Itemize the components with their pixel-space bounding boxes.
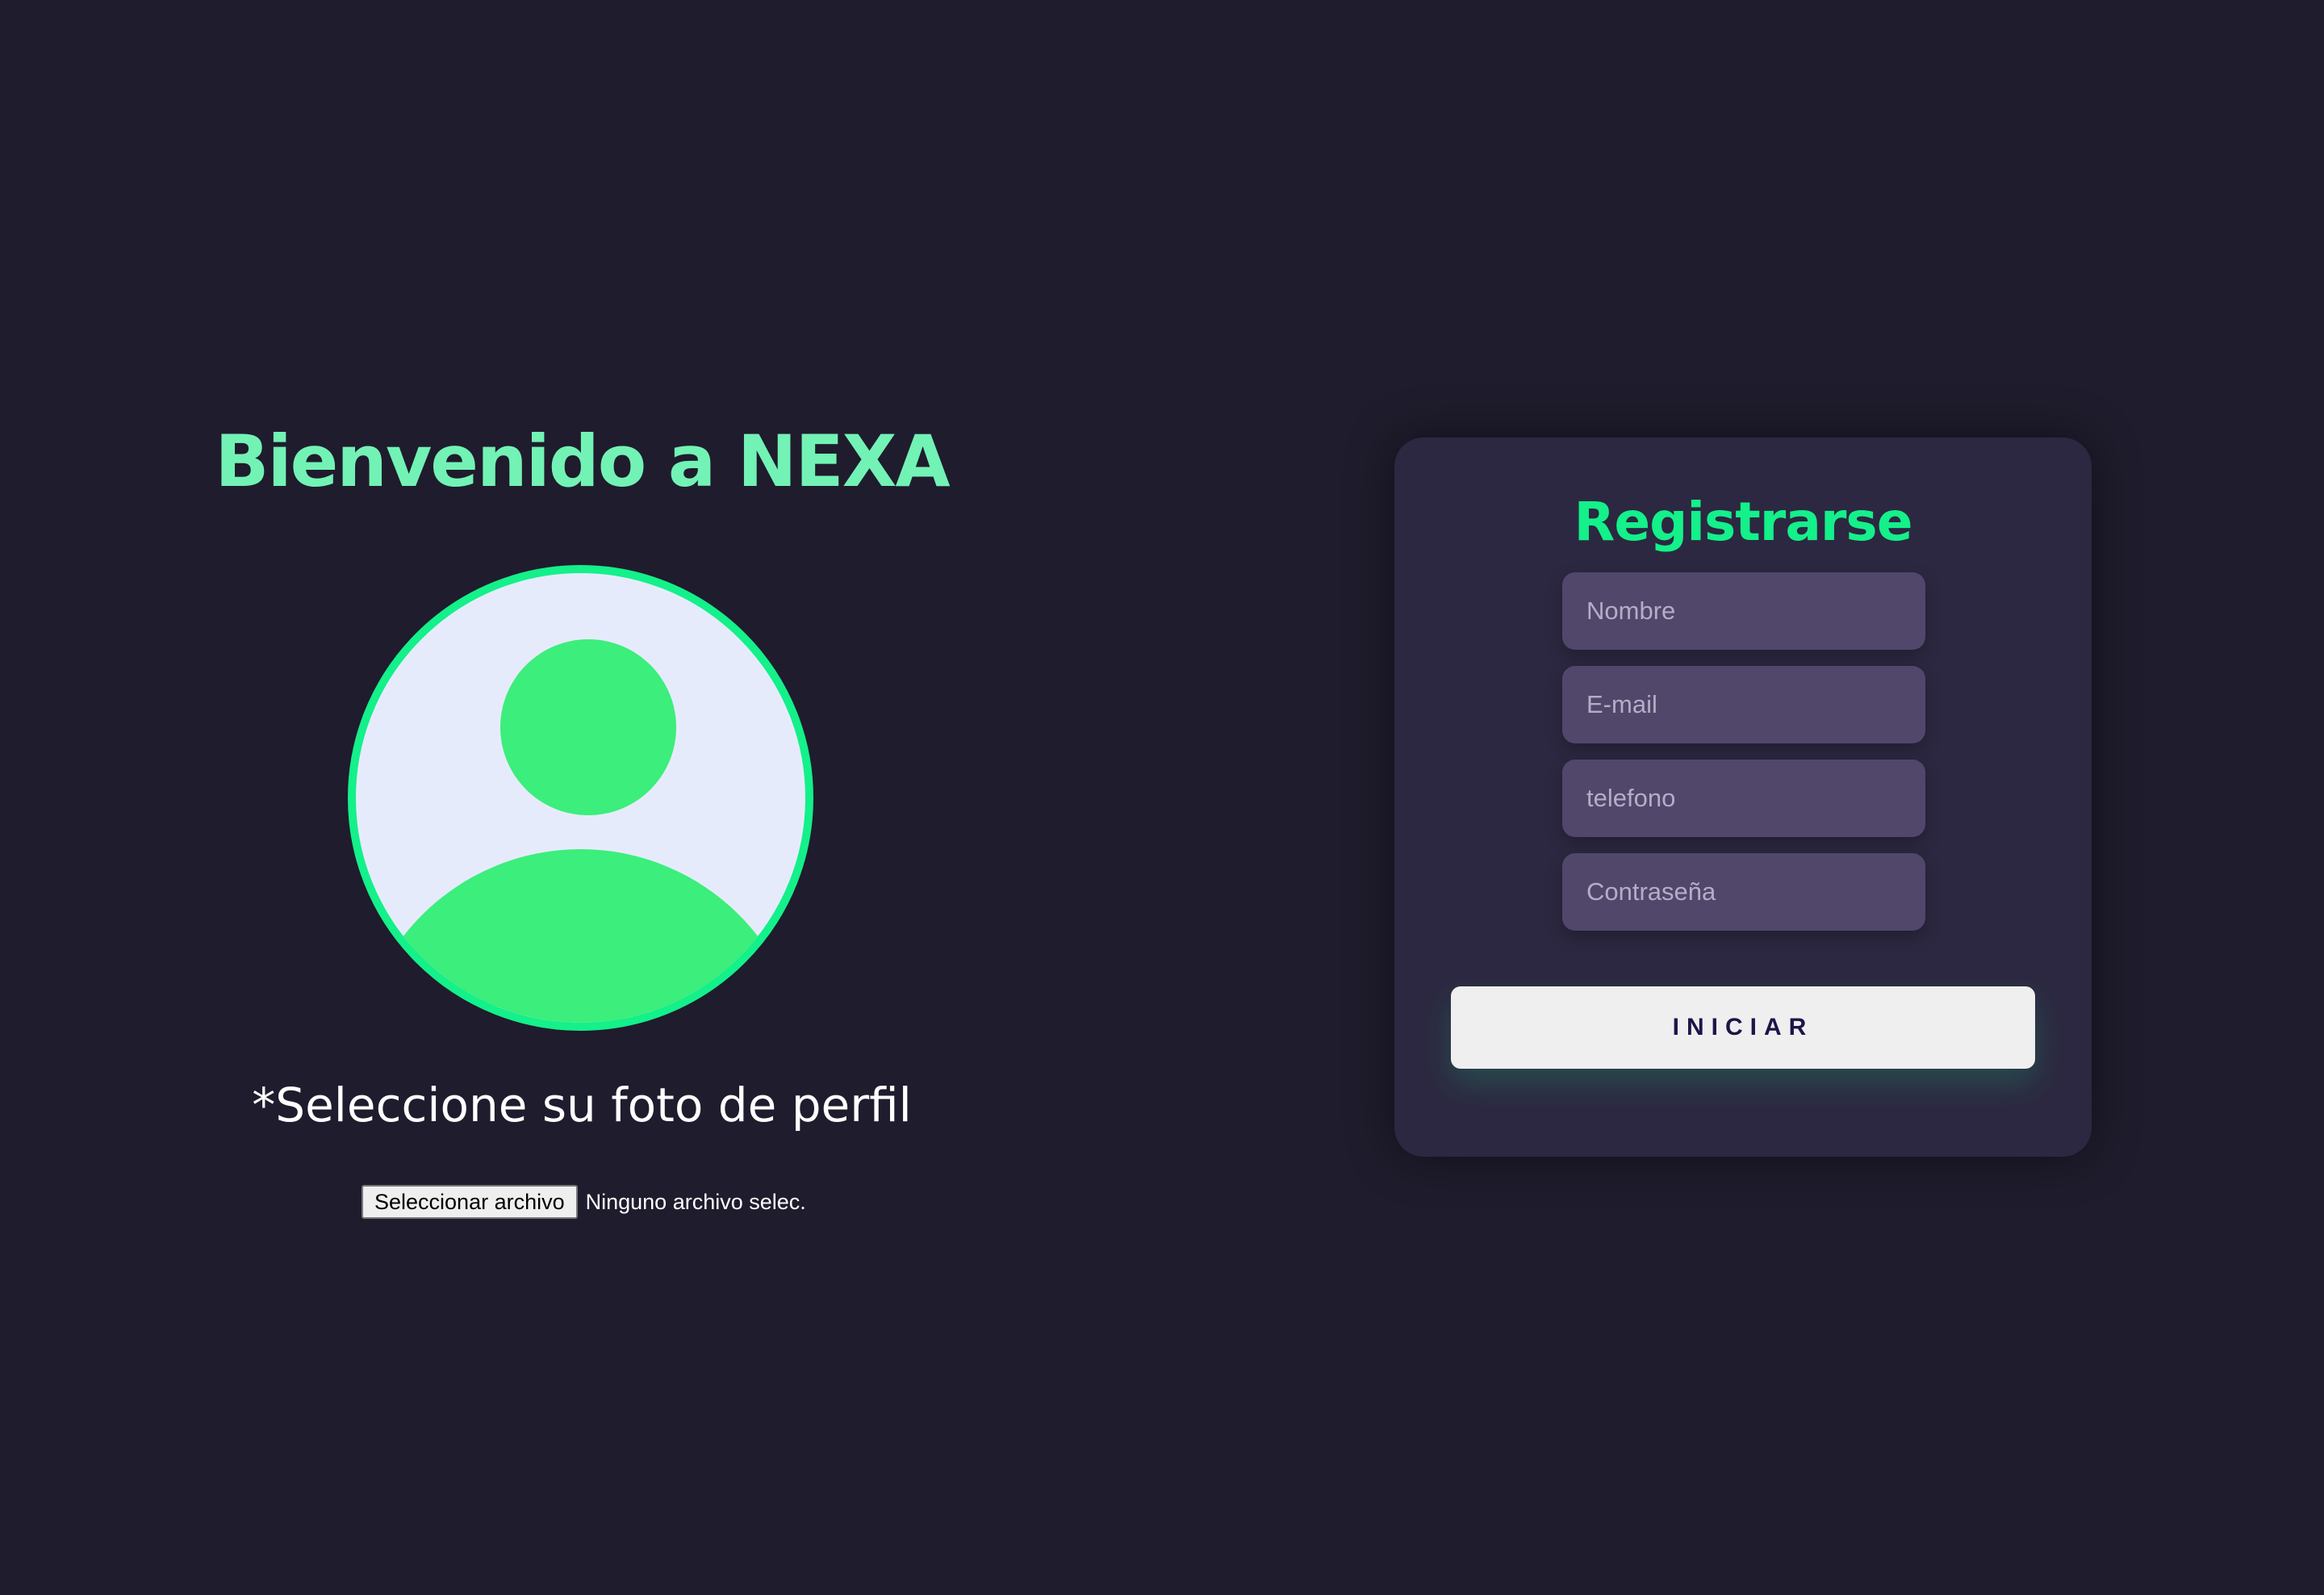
phone-field[interactable] bbox=[1562, 760, 1925, 837]
user-placeholder-icon[interactable] bbox=[348, 565, 813, 1031]
welcome-title: Bienvenido a NEXA bbox=[215, 420, 950, 503]
email-field[interactable] bbox=[1562, 666, 1925, 743]
file-status-label: Ninguno archivo selec. bbox=[585, 1189, 806, 1214]
file-input[interactable]: Seleccionar archivo Ninguno archivo sele… bbox=[362, 1185, 806, 1219]
avatar-body-shape bbox=[356, 849, 805, 1023]
submit-button[interactable]: INICIAR bbox=[1451, 986, 2035, 1069]
register-card: Registrarse INICIAR bbox=[1394, 437, 2092, 1157]
avatar-head-shape bbox=[500, 639, 676, 815]
name-field[interactable] bbox=[1562, 572, 1925, 650]
select-file-button[interactable]: Seleccionar archivo bbox=[362, 1185, 578, 1219]
password-field[interactable] bbox=[1562, 853, 1925, 931]
register-title: Registrarse bbox=[1574, 491, 1913, 553]
photo-prompt: *Seleccione su foto de perfil bbox=[252, 1078, 912, 1132]
page: Bienvenido a NEXA *Seleccione su foto de… bbox=[0, 0, 2324, 1595]
